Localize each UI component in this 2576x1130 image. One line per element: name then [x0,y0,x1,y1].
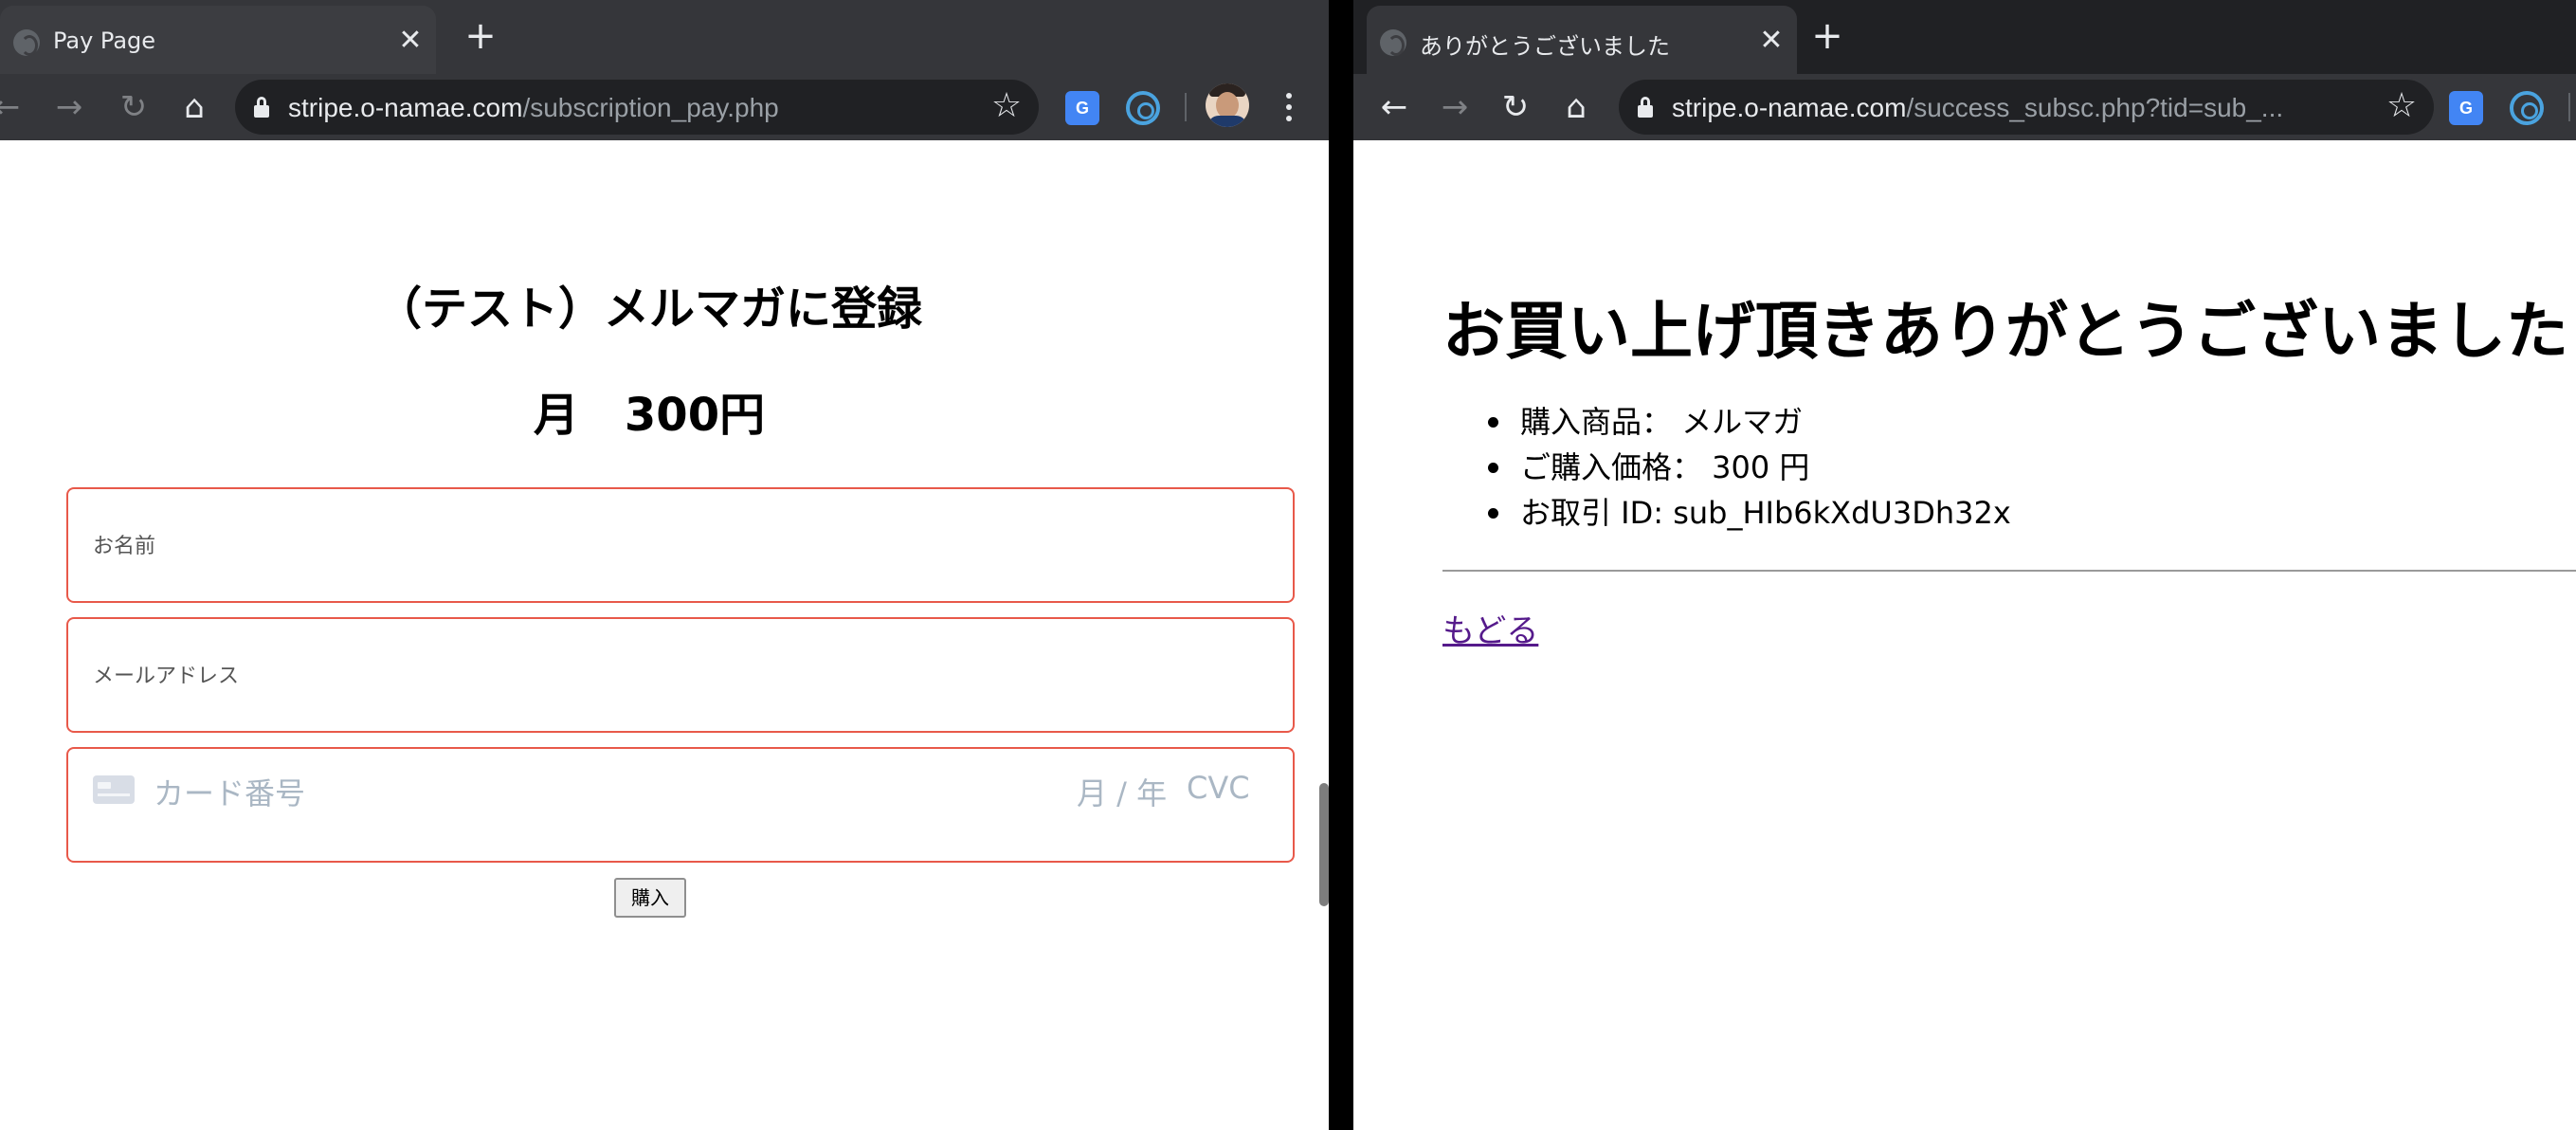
reload-icon[interactable]: ↻ [1496,87,1535,127]
google-translate-icon[interactable]: G [2449,91,2483,125]
extension-swirl-icon[interactable] [1126,91,1160,125]
email-field[interactable]: メールアドレス [66,617,1295,733]
price-heading: 月 300円 [533,389,766,442]
tab-pay-page[interactable]: Pay Page ✕ [0,6,436,74]
tab-title: ありがとうございました [1420,33,1670,60]
card-expiry-placeholder[interactable]: 月 / 年 [1077,770,1167,813]
lock-icon [254,97,269,118]
google-translate-icon[interactable]: G [1065,91,1099,125]
address-bar[interactable]: stripe.o-namae.com/success_subsc.php?tid… [1619,80,2434,135]
home-icon[interactable]: ⌂ [1556,87,1596,127]
tab-strip: ありがとうございました ✕ + [1353,0,2576,74]
back-arrow-icon[interactable]: ← [0,87,27,127]
purchase-details-list: 購入商品： メルマガ ご購入価格： 300 円 お取引 ID: sub_HIb6… [1442,399,2011,536]
url-text: stripe.o-namae.com/success_subsc.php?tid… [1672,93,2284,122]
email-placeholder: メールアドレス [93,665,240,688]
lock-icon [1638,97,1653,118]
page-title: お買い上げ頂きありがとうございました [1442,295,2568,368]
bookmark-star-icon[interactable]: ☆ [2383,87,2421,125]
name-field[interactable]: お名前 [66,487,1295,603]
buy-button[interactable]: 購入 [614,878,686,918]
back-arrow-icon[interactable]: ← [1374,87,1414,127]
tab-title: Pay Page [53,27,156,54]
back-link[interactable]: もどる [1442,605,1538,651]
close-tab-icon[interactable]: ✕ [396,27,425,55]
toolbar-separator [1185,93,1187,121]
tab-thanks-page[interactable]: ありがとうございました ✕ [1367,6,1797,74]
window-split-divider [1329,0,1353,1130]
name-placeholder: お名前 [93,535,156,558]
globe-icon [1380,29,1406,56]
address-bar[interactable]: stripe.o-namae.com/subscription_pay.php … [235,80,1039,135]
forward-arrow-icon[interactable]: → [1435,87,1475,127]
profile-avatar[interactable] [1206,83,1249,127]
card-field[interactable]: カード番号 月 / 年 CVC [66,747,1295,863]
card-number-placeholder[interactable]: カード番号 [154,770,305,813]
forward-arrow-icon[interactable]: → [49,87,89,127]
page-content: （テスト）メルマガに登録 月 300円 お名前 メールアドレス カード番号 月 … [0,140,1329,1130]
list-item: ご購入価格： 300 円 [1442,445,2011,490]
credit-card-icon [93,775,135,804]
page-title: （テスト）メルマガに登録 [375,282,922,336]
list-item: お取引 ID: sub_HIb6kXdU3Dh32x [1442,490,2011,536]
more-menu-icon[interactable] [1279,87,1298,127]
browser-window-success: ありがとうございました ✕ + ← → ↻ ⌂ stripe.o-namae.c… [1353,0,2576,1130]
reload-icon[interactable]: ↻ [114,87,154,127]
toolbar-separator [2568,93,2570,121]
home-icon[interactable]: ⌂ [174,87,214,127]
browser-toolbar: ← → ↻ ⌂ stripe.o-namae.com/success_subsc… [1353,74,2576,140]
scrollbar[interactable] [1319,783,1329,906]
browser-window-pay: Pay Page ✕ + ← → ↻ ⌂ stripe.o-namae.com/… [0,0,1329,1130]
extension-swirl-icon[interactable] [2510,91,2544,125]
page-content: お買い上げ頂きありがとうございました 購入商品： メルマガ ご購入価格： 300… [1353,140,2576,1130]
browser-toolbar: ← → ↻ ⌂ stripe.o-namae.com/subscription_… [0,74,1329,140]
close-tab-icon[interactable]: ✕ [1757,27,1786,55]
new-tab-button[interactable]: + [1810,17,1844,55]
divider [1442,570,2576,572]
bookmark-star-icon[interactable]: ☆ [988,87,1025,125]
list-item: 購入商品： メルマガ [1442,399,2011,445]
globe-icon [13,29,40,56]
new-tab-button[interactable]: + [463,17,498,55]
card-cvc-placeholder[interactable]: CVC [1187,770,1250,806]
url-text: stripe.o-namae.com/subscription_pay.php [288,93,779,122]
tab-strip: Pay Page ✕ + [0,0,1329,74]
